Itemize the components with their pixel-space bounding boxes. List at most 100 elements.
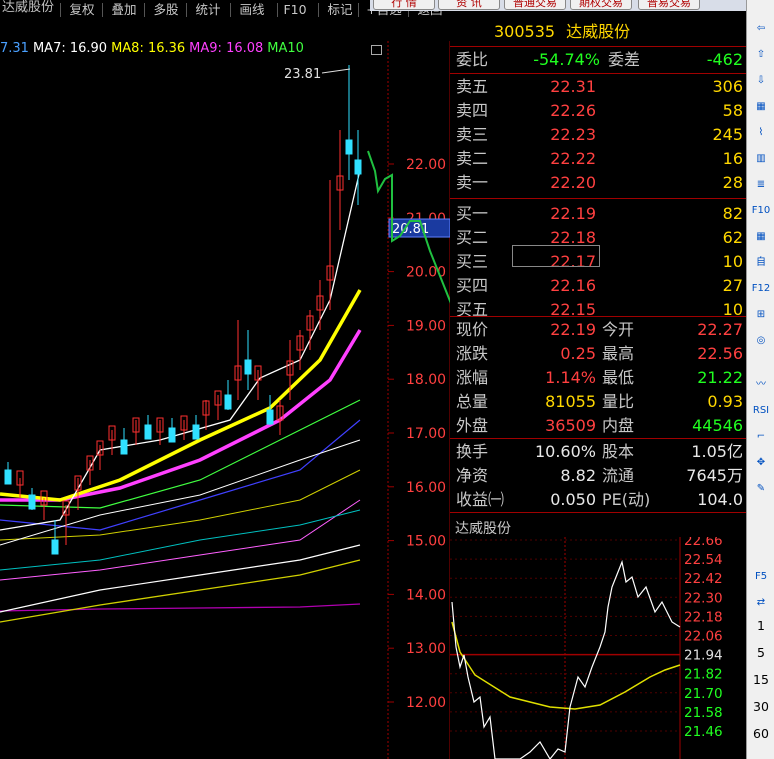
grid-icon[interactable]: ▦ — [751, 98, 771, 116]
ma-line — [0, 544, 361, 613]
bar-icon[interactable]: ▥ — [751, 150, 771, 168]
f12-icon[interactable]: F12 — [751, 280, 771, 298]
toolbar-separator — [358, 3, 359, 17]
stat-value: 0.93 — [707, 392, 743, 411]
stat-label: 外盘 — [456, 416, 489, 435]
stat-value: 10.60% — [534, 442, 596, 461]
sell-row[interactable]: 卖五 22.31 306 — [450, 75, 746, 99]
candle-body — [192, 424, 200, 440]
stat-row: 收益㈠ 0.050 PE(动) 104.0 — [450, 488, 746, 512]
order-label: 卖三 — [456, 125, 489, 144]
wave-icon[interactable]: 〰 — [751, 376, 771, 394]
pen-icon[interactable]: ✎ — [751, 480, 771, 498]
toolbar-button-4[interactable]: 画线 — [234, 2, 270, 18]
order-label: 买一 — [456, 204, 489, 223]
axis-label: 14.00 — [406, 587, 446, 603]
rsi-icon[interactable]: RSI — [751, 402, 771, 420]
stat-value: 44546 — [692, 416, 743, 435]
buy-row[interactable]: 买一 22.19 82 — [450, 202, 746, 226]
weibi-value: -54.74% — [533, 50, 600, 69]
f10-icon[interactable]: F10 — [751, 202, 771, 220]
toolbar-button-6[interactable]: 标记 — [322, 2, 358, 18]
swap-icon[interactable]: ⇄ — [751, 594, 771, 612]
move-icon[interactable]: ✥ — [751, 454, 771, 472]
stat-value: 7645万 — [686, 466, 743, 485]
axis-label: 19.00 — [406, 318, 446, 334]
stat-label: PE(动) — [602, 490, 651, 509]
period-button-30[interactable]: 30 — [747, 699, 774, 714]
toolbar-separator — [230, 3, 231, 17]
candle-body — [51, 539, 59, 555]
top-nav-button-0[interactable]: 行 情 — [373, 0, 435, 10]
ma-line — [0, 399, 361, 509]
toolbar-button-1[interactable]: 叠加 — [106, 2, 142, 18]
list-icon[interactable]: ≣ — [751, 176, 771, 194]
toolbar-button-0[interactable]: 复权 — [64, 2, 100, 18]
period-button-60[interactable]: 60 — [747, 726, 774, 741]
up-icon[interactable]: ⇧ — [751, 46, 771, 64]
ma-line — [0, 419, 361, 531]
refresh-icon[interactable]: ◎ — [751, 332, 771, 350]
period-button-15[interactable]: 15 — [747, 672, 774, 687]
grid2-icon[interactable]: ▦ — [751, 228, 771, 246]
sell-row[interactable]: 卖二 22.22 16 — [450, 147, 746, 171]
order-price: 22.22 — [550, 149, 596, 168]
order-volume: 16 — [722, 149, 743, 168]
high-price-label: 23.81 — [284, 67, 321, 82]
toolbar-button-3[interactable]: 统计 — [190, 2, 226, 18]
period-button-5[interactable]: 5 — [747, 645, 774, 660]
top-nav-button-4[interactable]: 普易交易 — [638, 0, 700, 10]
order-volume: 306 — [712, 77, 743, 96]
minute-axis-label: 21.58 — [684, 705, 723, 721]
order-label: 买二 — [456, 228, 489, 247]
stat-row: 总量 81055 量比 0.93 — [450, 390, 746, 414]
kline-icon[interactable]: ⌇ — [751, 124, 771, 142]
stat-row: 现价 22.19 今开 22.27 — [450, 318, 746, 342]
self-icon[interactable]: 自 — [751, 254, 771, 272]
stat-label: 涨幅 — [456, 368, 489, 387]
minute-chart[interactable]: 22.66 22.54 22.42 22.30 22.18 22.06 21.94 21.82… — [450, 537, 746, 759]
ma-legend-item: MA8: 16.36 — [111, 41, 186, 56]
ma-line — [0, 559, 361, 623]
stat-row: 涨幅 1.14% 最低 21.22 — [450, 366, 746, 390]
window-title: 达威股份 — [2, 0, 55, 15]
stat-value: 21.22 — [697, 368, 743, 387]
candle-body — [4, 469, 12, 485]
axis-label: 13.00 — [406, 641, 446, 657]
top-nav-button-1[interactable]: 资 讯 — [438, 0, 500, 10]
minute-axis-label: 21.94 — [684, 648, 723, 664]
top-nav-button-2[interactable]: 普通交易 — [504, 0, 566, 10]
weibi-label: 委比 — [456, 50, 489, 69]
stat-label: 最高 — [602, 344, 635, 363]
order-label: 卖四 — [456, 101, 489, 120]
line-icon[interactable]: ⌐ — [751, 428, 771, 446]
down-icon[interactable]: ⇩ — [751, 72, 771, 90]
order-price: 22.16 — [550, 276, 596, 295]
toolbar-button-5[interactable]: F10 — [281, 2, 309, 18]
split-icon[interactable]: ⊞ — [751, 306, 771, 324]
ma-legend: 7.31 MA7: 16.90 MA8: 16.36 MA9: 16.08 MA10 — [0, 41, 308, 59]
side-toolbar: ⇦ ⇧ ⇩ ▦ ⌇ ▥ ≣ F10 ▦ 自 F12 ⊞ ◎ 〰 RSI ⌐ ✥ ✎ F5 ⇄ 1 5 15 30 60 — [746, 0, 774, 759]
stat-label: 内盘 — [602, 416, 635, 435]
back-icon[interactable]: ⇦ — [751, 20, 771, 38]
selected-price-box — [512, 245, 600, 267]
order-price: 22.20 — [550, 173, 596, 192]
sell-row[interactable]: 卖三 22.23 245 — [450, 123, 746, 147]
toolbar-button-2[interactable]: 多股 — [148, 2, 184, 18]
period-button-1[interactable]: 1 — [747, 618, 774, 633]
divider — [450, 438, 746, 439]
ma-legend-item: MA10 — [267, 41, 304, 56]
ma-line — [0, 169, 361, 531]
order-volume: 245 — [712, 125, 743, 144]
kline-chart[interactable]: 22.0021.0020.0019.0018.0017.0016.0015.00… — [0, 41, 450, 759]
ma-legend-item: 7.31 — [0, 41, 29, 56]
f5-icon[interactable]: F5 — [751, 568, 771, 586]
top-nav-button-3[interactable]: 期权交易 — [570, 0, 632, 10]
buy-row[interactable]: 买四 22.16 27 — [450, 274, 746, 298]
sell-row[interactable]: 卖四 22.26 58 — [450, 99, 746, 123]
minute-axis-label: 21.46 — [684, 724, 723, 740]
stat-value: 0.25 — [560, 344, 596, 363]
stat-value: 81055 — [545, 392, 596, 411]
maximize-icon[interactable] — [371, 45, 382, 55]
sell-row[interactable]: 卖一 22.20 28 — [450, 171, 746, 195]
